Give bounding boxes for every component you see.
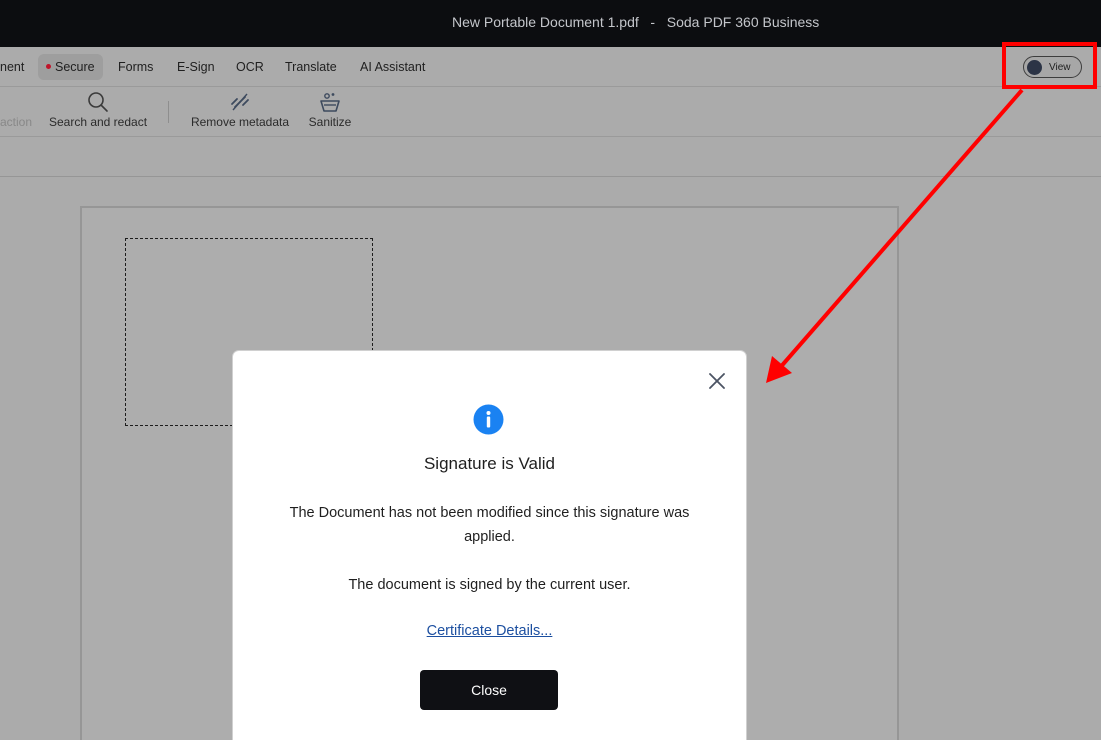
dialog-message: The Document has not been modified since…: [289, 505, 690, 545]
search-and-redact-label: Search and redact: [48, 115, 148, 129]
tab-translate[interactable]: Translate: [285, 54, 337, 80]
secondary-bar: [0, 137, 1101, 177]
signature-dialog: Signature is Valid The Document has not …: [233, 351, 746, 740]
window-title: New Portable Document 1.pdf - Soda PDF 3…: [452, 14, 820, 30]
info-icon: [473, 404, 504, 435]
search-and-redact-button[interactable]: Search and redact: [48, 87, 148, 137]
remove-metadata-button[interactable]: Remove metadata: [190, 87, 290, 137]
redaction-tool-label[interactable]: action: [0, 115, 32, 129]
view-toggle-label: View: [1049, 62, 1071, 73]
toolbar-divider: [168, 101, 169, 123]
remove-metadata-icon: [231, 93, 249, 111]
tab-document[interactable]: nent: [0, 54, 24, 80]
tab-forms[interactable]: Forms: [118, 54, 153, 80]
search-icon: [88, 92, 108, 112]
active-dot-icon: [46, 64, 51, 70]
ribbon-tabs: nent Secure Forms E-Sign OCR Translate A…: [0, 47, 1101, 87]
tab-e-sign[interactable]: E-Sign: [177, 54, 215, 80]
tab-secure-label: Secure: [55, 60, 95, 74]
sanitize-label: Sanitize: [308, 115, 352, 129]
close-button[interactable]: Close: [420, 670, 558, 710]
dialog-title: Signature is Valid: [423, 454, 556, 473]
remove-metadata-label: Remove metadata: [190, 115, 290, 129]
sanitize-icon: [320, 93, 340, 112]
sanitize-button[interactable]: Sanitize: [305, 87, 355, 137]
certificate-details-link[interactable]: Certificate Details...: [427, 623, 553, 639]
secure-toolbar: action Search and redact Remove metadata…: [0, 87, 1101, 137]
tab-secure[interactable]: Secure: [38, 54, 103, 80]
certificate-details-container: Certificate Details...: [233, 623, 746, 639]
toggle-knob-icon: [1027, 60, 1042, 75]
dialog-signer-message: The document is signed by the current us…: [348, 577, 631, 593]
title-bar: New Portable Document 1.pdf - Soda PDF 3…: [0, 0, 1101, 47]
close-icon[interactable]: [707, 371, 727, 391]
tab-ai-assistant[interactable]: AI Assistant: [360, 54, 425, 80]
view-toggle[interactable]: View: [1023, 56, 1082, 78]
tab-ocr[interactable]: OCR: [236, 54, 264, 80]
